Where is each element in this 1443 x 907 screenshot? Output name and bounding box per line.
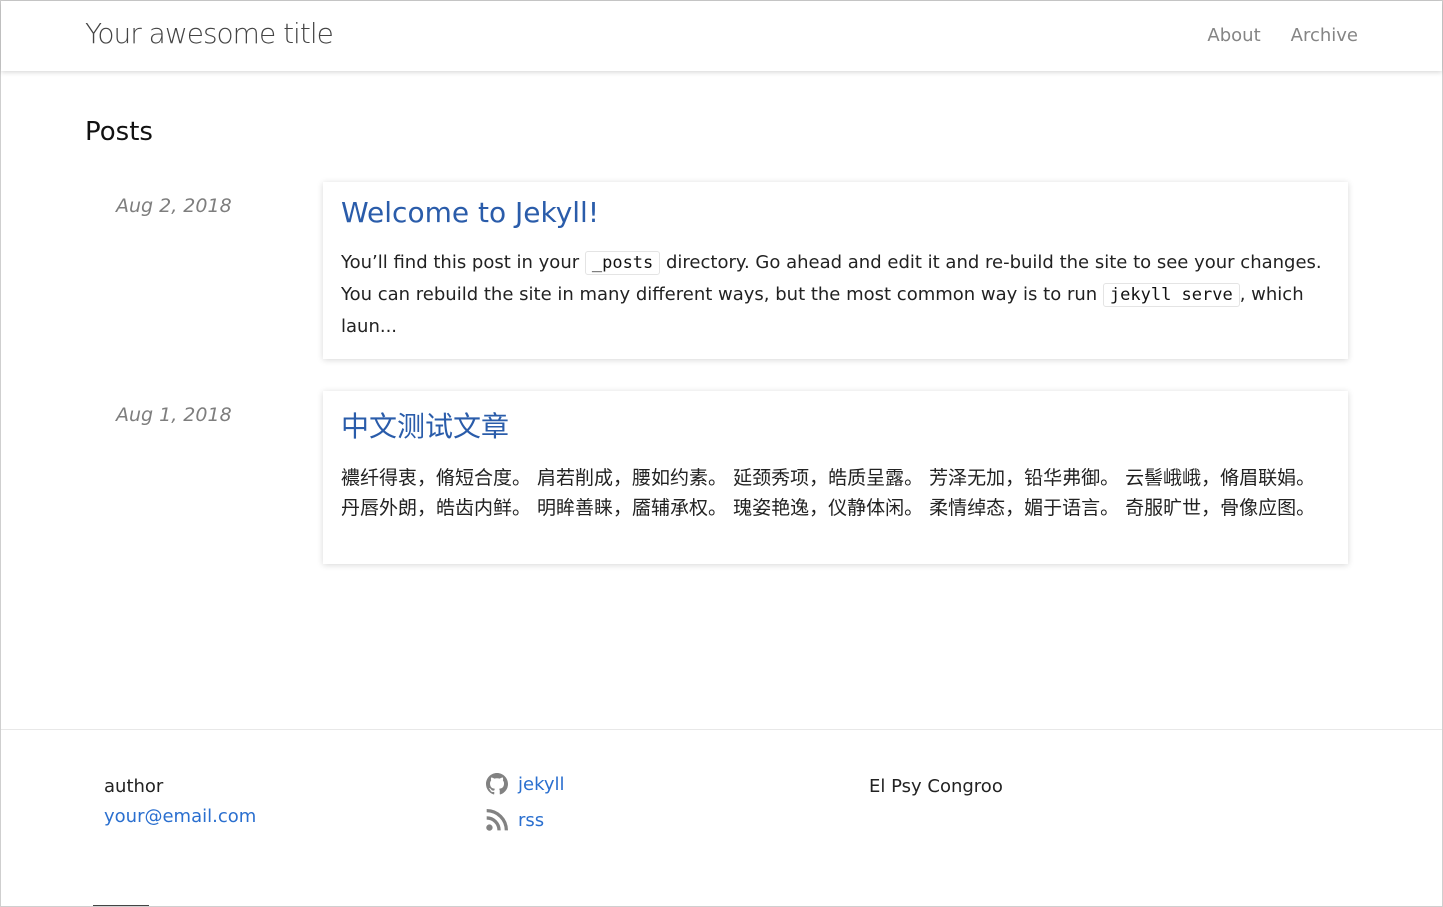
- footer-author: author your@email.com: [104, 772, 256, 832]
- nav-link-archive[interactable]: Archive: [1291, 25, 1358, 46]
- excerpt-text: You’ll find this post in your: [341, 252, 585, 273]
- post-card: Welcome to Jekyll! You’ll find this post…: [323, 182, 1348, 359]
- bottom-divider: [93, 905, 149, 906]
- site-nav: About Archive: [1207, 25, 1358, 46]
- nav-link-about[interactable]: About: [1207, 25, 1260, 46]
- site-header: Your awesome title About Archive: [1, 1, 1442, 71]
- footer-email-link[interactable]: your@email.com: [104, 802, 256, 832]
- social-item-github: jekyll: [486, 766, 565, 802]
- post-excerpt: 襛纤得衷，脩短合度。 肩若削成，腰如约素。 延颈秀项，皓质呈露。 芳泽无加，铅华…: [341, 467, 1316, 519]
- footer-author-name: author: [104, 776, 164, 797]
- post-title-link[interactable]: 中文测试文章: [341, 405, 1330, 445]
- inline-code: jekyll serve: [1102, 283, 1240, 307]
- site-footer: author your@email.com jekyll rss El Psy …: [1, 729, 1442, 907]
- post-card: 中文测试文章 襛纤得衷，脩短合度。 肩若削成，腰如约素。 延颈秀项，皓质呈露。 …: [323, 391, 1348, 564]
- social-link-rss[interactable]: rss: [518, 810, 544, 831]
- post-date: Aug 2, 2018: [116, 195, 232, 217]
- footer-social: jekyll rss: [486, 766, 565, 838]
- post-title-link[interactable]: Welcome to Jekyll!: [341, 196, 1330, 229]
- rss-icon[interactable]: [486, 809, 508, 831]
- social-item-rss: rss: [486, 802, 565, 838]
- site-title-link[interactable]: Your awesome title: [85, 17, 334, 50]
- inline-code: _posts: [584, 251, 661, 275]
- footer-tagline-col: El Psy Congroo: [869, 772, 1003, 802]
- post-date: Aug 1, 2018: [116, 404, 232, 426]
- social-link-github[interactable]: jekyll: [518, 774, 565, 795]
- footer-tagline: El Psy Congroo: [869, 776, 1003, 797]
- post-excerpt: You’ll find this post in your _posts dir…: [341, 247, 1330, 343]
- github-icon[interactable]: [486, 773, 508, 795]
- page-heading: Posts: [85, 117, 153, 147]
